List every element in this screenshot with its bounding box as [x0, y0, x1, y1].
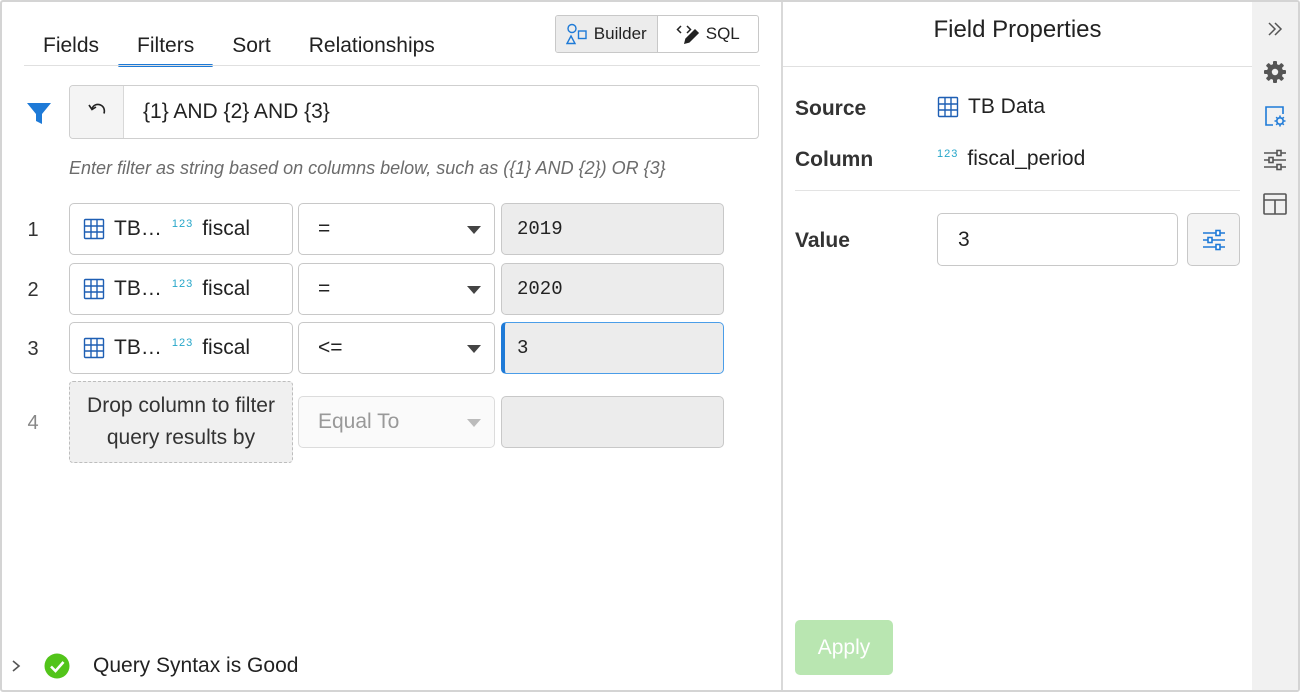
- value-label: Value: [795, 229, 850, 252]
- tab-bar-divider: [24, 65, 760, 66]
- builder-mode-button[interactable]: Builder: [556, 16, 657, 52]
- column-name: fiscal: [202, 336, 251, 359]
- operator-select[interactable]: =: [298, 203, 495, 255]
- filter-funnel-icon: [27, 103, 51, 124]
- code-edit-icon: [676, 25, 699, 45]
- column-label: Column: [795, 148, 874, 171]
- properties-divider: [795, 190, 1240, 191]
- numeric-type-icon: 123: [171, 278, 194, 290]
- tab-bar: Fields Filters Sort Relationships: [24, 32, 454, 67]
- settings-button[interactable]: [1262, 59, 1288, 85]
- caret-down-icon: [467, 345, 481, 353]
- field-properties-button[interactable]: [1262, 103, 1288, 129]
- sliders-icon: [1264, 149, 1286, 171]
- query-status-bar: Query Syntax is Good: [4, 642, 783, 690]
- reset-expression-button[interactable]: [70, 86, 124, 138]
- value-options-button[interactable]: [1187, 213, 1240, 266]
- row-number: 1: [27, 219, 39, 241]
- layout-button[interactable]: [1262, 191, 1288, 217]
- caret-down-icon: [467, 286, 481, 294]
- column-name: fiscal: [202, 277, 251, 300]
- source-label: Source: [795, 97, 867, 120]
- column-table-name: TB…: [114, 336, 162, 359]
- apply-button[interactable]: Apply: [795, 620, 893, 675]
- column-table-name: TB…: [114, 277, 162, 300]
- builder-mode-label: Builder: [593, 24, 647, 43]
- check-circle-icon: [44, 653, 70, 679]
- operator-value: <=: [318, 336, 343, 359]
- tab-relationships[interactable]: Relationships: [290, 32, 454, 67]
- column-chip[interactable]: TB… 123 fiscal: [69, 203, 293, 255]
- column-value: 123 fiscal_period: [937, 147, 1085, 171]
- collapse-icon: [1268, 22, 1283, 36]
- table-grid-icon: [83, 278, 105, 300]
- filter-row: 1 TB… 123 fiscal =: [2, 203, 781, 257]
- sliders-icon: [1202, 229, 1225, 250]
- filter-value-input[interactable]: [501, 322, 724, 374]
- column-name: fiscal: [202, 217, 251, 240]
- empty-filter-row: 4 Drop column to filter query results by…: [2, 381, 781, 465]
- mode-toggle: Builder SQL: [555, 15, 759, 53]
- column-table-name: TB…: [114, 217, 162, 240]
- operator-select[interactable]: Equal To: [298, 396, 495, 448]
- filter-value-input[interactable]: [501, 203, 724, 255]
- operator-value: =: [318, 217, 331, 240]
- tab-sort[interactable]: Sort: [213, 32, 290, 67]
- value-input[interactable]: [937, 213, 1178, 266]
- column-chip[interactable]: TB… 123 fiscal: [69, 263, 293, 315]
- operator-select[interactable]: =: [298, 263, 495, 315]
- filter-hint-text: Enter filter as string based on columns …: [69, 158, 666, 178]
- undo-icon: [87, 103, 105, 114]
- sql-mode-label: SQL: [705, 24, 740, 43]
- adjust-button[interactable]: [1262, 147, 1288, 173]
- layout-panel-icon: [1263, 193, 1287, 215]
- column-name: fiscal_period: [967, 147, 1086, 170]
- query-builder-pane: Fields Filters Sort Relationships Builde…: [2, 2, 781, 690]
- caret-down-icon: [467, 419, 481, 427]
- numeric-type-icon: 123: [171, 218, 194, 230]
- table-grid-icon: [937, 96, 959, 118]
- filter-expression-input[interactable]: [124, 86, 758, 138]
- table-grid-icon: [83, 337, 105, 359]
- row-number: 3: [27, 338, 39, 360]
- collapse-panel-button[interactable]: [1262, 16, 1288, 42]
- panel-title: Field Properties: [933, 16, 1102, 43]
- numeric-type-icon: 123: [171, 337, 194, 349]
- row-number: 4: [27, 412, 39, 434]
- sql-mode-button[interactable]: SQL: [656, 16, 759, 52]
- column-drop-zone[interactable]: Drop column to filter query results by: [69, 381, 293, 463]
- field-properties-panel: Field Properties Source TB Data Column 1…: [783, 2, 1252, 690]
- row-number: 2: [27, 279, 39, 301]
- filter-row: 2 TB… 123 fiscal =: [2, 263, 781, 317]
- source-value: TB Data: [937, 95, 1045, 119]
- side-toolbar: [1252, 2, 1298, 690]
- filter-expression-box: [69, 85, 759, 139]
- chevron-right-icon[interactable]: [10, 658, 22, 674]
- settings-gear-icon: [1264, 61, 1286, 83]
- operator-value: =: [318, 277, 331, 300]
- shapes-icon: [565, 23, 587, 45]
- source-name: TB Data: [968, 95, 1046, 118]
- panel-title-divider: [783, 66, 1252, 67]
- field-properties-icon: [1265, 106, 1286, 127]
- operator-select[interactable]: <=: [298, 322, 495, 374]
- tab-filters[interactable]: Filters: [118, 32, 214, 67]
- table-grid-icon: [83, 218, 105, 240]
- query-status-text: Query Syntax is Good: [93, 654, 299, 677]
- filter-value-input[interactable]: [501, 396, 724, 448]
- tab-fields[interactable]: Fields: [24, 32, 118, 67]
- operator-placeholder: Equal To: [318, 410, 400, 433]
- column-chip[interactable]: TB… 123 fiscal: [69, 322, 293, 374]
- filter-value-input[interactable]: [501, 263, 724, 315]
- numeric-type-icon: 123: [937, 148, 959, 160]
- caret-down-icon: [467, 226, 481, 234]
- filter-row: 3 TB… 123 fiscal <=: [2, 322, 781, 376]
